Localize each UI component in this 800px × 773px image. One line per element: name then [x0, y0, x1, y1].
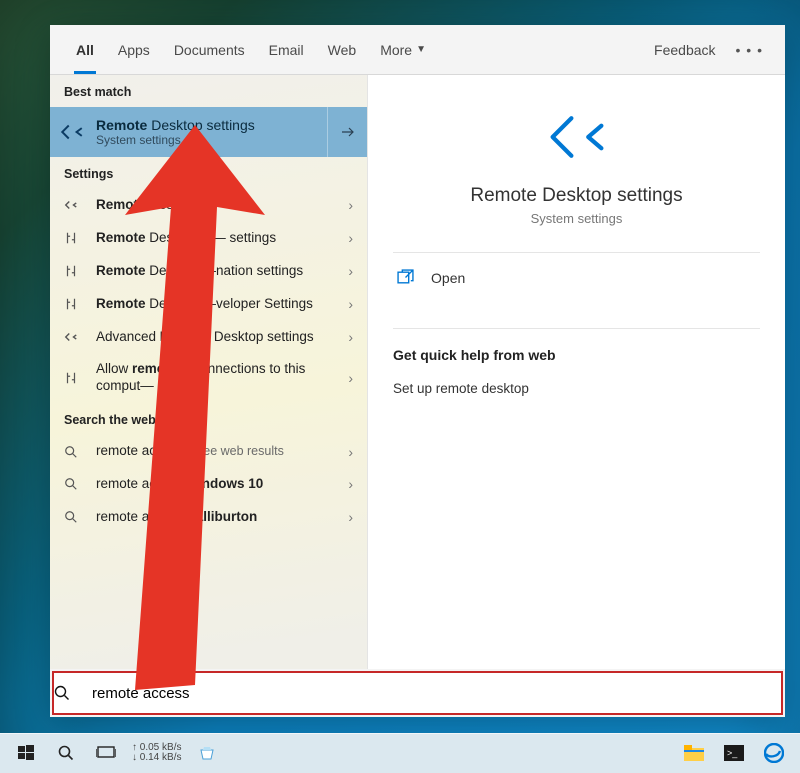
result-label: Allow remot— —onnections to this comput— — [96, 361, 348, 395]
tab-email[interactable]: Email — [257, 25, 316, 74]
result-label: remote access - See web results — [96, 443, 348, 460]
group-search-web: Search the web — [50, 403, 367, 435]
group-settings: Settings — [50, 157, 367, 189]
chevron-right-icon: › — [348, 329, 353, 345]
best-match-title: Remote Desktop settings — [96, 117, 255, 133]
remote-desktop-icon — [58, 118, 86, 146]
help-header: Get quick help from web — [393, 337, 760, 377]
best-match-item[interactable]: Remote Desktop settings System settings — [50, 107, 367, 157]
result-remote-desktop-nation[interactable]: Remote Desktop —nation settings › — [50, 255, 367, 288]
preview-pane: Remote Desktop settings System settings … — [368, 75, 785, 669]
help-link-setup-remote[interactable]: Set up remote desktop — [393, 377, 760, 400]
recycle-bin-icon[interactable] — [187, 733, 227, 773]
sliders-icon — [64, 231, 86, 245]
taskbar: ↑ 0.05 kB/s ↓ 0.14 kB/s >_ — [0, 733, 800, 773]
taskbar-search-button[interactable] — [46, 733, 86, 773]
tab-all[interactable]: All — [64, 25, 106, 74]
sliders-icon — [64, 371, 86, 385]
start-button[interactable] — [6, 733, 46, 773]
result-label: Advanced Rem—e Desktop settings — [96, 329, 348, 346]
caret-down-icon: ▼ — [416, 44, 426, 55]
web-result-windows-10[interactable]: remote access windows 10 › — [50, 468, 367, 501]
tab-more[interactable]: More▼ — [368, 25, 438, 74]
search-tabs: All Apps Documents Email Web More▼ Feedb… — [50, 25, 785, 75]
result-label: Remote Desktop —veloper Settings — [96, 296, 348, 313]
remote-desktop-large-icon — [547, 107, 607, 167]
chevron-right-icon: › — [348, 263, 353, 279]
search-input[interactable] — [92, 673, 781, 713]
result-advanced-remote-desktop[interactable]: Advanced Rem—e Desktop settings › — [50, 321, 367, 354]
best-match-subtitle: System settings — [96, 133, 255, 147]
sliders-icon — [64, 264, 86, 278]
sliders-icon — [64, 297, 86, 311]
search-icon — [64, 445, 86, 459]
tab-web[interactable]: Web — [316, 25, 369, 74]
result-remote-desktop-sl[interactable]: Remote Desktop sl— settings › — [50, 222, 367, 255]
open-label: Open — [431, 270, 465, 286]
terminal-button[interactable]: >_ — [714, 733, 754, 773]
preview-title: Remote Desktop settings — [470, 185, 682, 207]
search-results-panel: All Apps Documents Email Web More▼ Feedb… — [50, 25, 785, 717]
feedback-link[interactable]: Feedback — [642, 25, 727, 74]
web-result-remote-access[interactable]: remote access - See web results › — [50, 435, 367, 468]
chevron-right-icon: › — [348, 197, 353, 213]
web-result-halliburton[interactable]: remote access halliburton › — [50, 501, 367, 534]
preview-subtitle: System settings — [531, 211, 623, 226]
svg-text:>_: >_ — [727, 748, 738, 758]
search-icon — [64, 477, 86, 491]
task-view-button[interactable] — [86, 733, 126, 773]
result-label: Remote Desktop —nation settings — [96, 263, 348, 280]
chevron-right-icon: › — [348, 230, 353, 246]
overflow-menu-button[interactable]: • • • — [728, 42, 771, 58]
result-remote-desktop[interactable]: Remote Desktop › — [50, 189, 367, 222]
result-label: remote access windows 10 — [96, 476, 348, 493]
search-box — [52, 671, 783, 715]
chevron-right-icon: › — [348, 296, 353, 312]
chevron-right-icon: › — [348, 444, 353, 460]
divider — [393, 328, 760, 329]
result-label: Remote Desktop sl— settings — [96, 230, 348, 247]
remote-desktop-icon — [64, 198, 86, 212]
group-best-match: Best match — [50, 75, 367, 107]
chevron-right-icon: › — [348, 370, 353, 386]
chevron-right-icon: › — [348, 476, 353, 492]
search-icon — [54, 685, 92, 701]
remote-desktop-icon — [64, 330, 86, 344]
result-allow-remote-connections[interactable]: Allow remot— —onnections to this comput—… — [50, 353, 367, 403]
open-action[interactable]: Open — [393, 253, 760, 302]
result-label: remote access halliburton — [96, 509, 348, 526]
best-match-expand-button[interactable] — [327, 107, 367, 157]
file-explorer-button[interactable] — [674, 733, 714, 773]
open-icon — [397, 269, 419, 286]
chevron-right-icon: › — [348, 509, 353, 525]
results-list: Best match Remote Desktop settings Syste… — [50, 75, 368, 669]
tab-apps[interactable]: Apps — [106, 25, 162, 74]
edge-browser-button[interactable] — [754, 733, 794, 773]
result-label: Remote Desktop — [96, 197, 348, 214]
search-icon — [64, 510, 86, 524]
network-rate-indicator: ↑ 0.05 kB/s ↓ 0.14 kB/s — [126, 743, 187, 763]
result-remote-desktop-developer[interactable]: Remote Desktop —veloper Settings › — [50, 288, 367, 321]
tab-documents[interactable]: Documents — [162, 25, 257, 74]
